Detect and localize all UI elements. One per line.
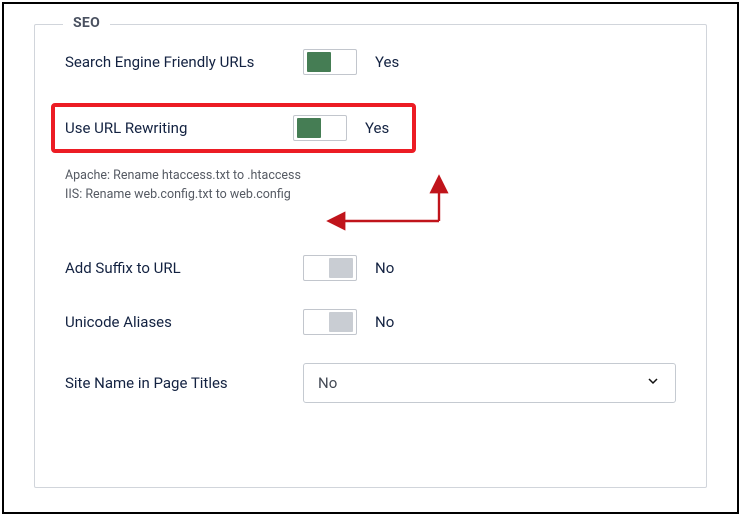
window-frame: SEO Search Engine Friendly URLs Yes Use … [2, 2, 739, 514]
control-sef-urls: Yes [303, 49, 399, 75]
select-sitename-titles[interactable]: No [303, 363, 676, 403]
toggle-state-rewrite: Yes [365, 119, 389, 137]
toggle-sef-urls[interactable] [303, 49, 357, 75]
row-unicode-aliases: Unicode Aliases No [65, 309, 676, 335]
row-url-rewriting: Use URL Rewriting Yes [51, 103, 416, 153]
toggle-state-suffix: No [375, 259, 394, 277]
toggle-add-suffix[interactable] [303, 255, 357, 281]
select-value-sitename: No [318, 374, 337, 392]
toggle-url-rewriting[interactable] [293, 115, 347, 141]
rewrite-note-iis: IIS: Rename web.config.txt to web.config [65, 186, 676, 205]
control-add-suffix: No [303, 255, 394, 281]
label-sitename-titles: Site Name in Page Titles [65, 374, 303, 392]
label-sef-urls: Search Engine Friendly URLs [65, 53, 303, 71]
rewrite-note-apache: Apache: Rename htaccess.txt to .htaccess [65, 167, 676, 186]
toggle-state-unicode: No [375, 313, 394, 331]
row-sef-urls: Search Engine Friendly URLs Yes [65, 49, 676, 75]
label-unicode-aliases: Unicode Aliases [65, 313, 303, 331]
fieldset-legend: SEO [63, 15, 110, 31]
seo-fieldset: SEO Search Engine Friendly URLs Yes Use … [34, 24, 707, 488]
control-sitename-titles: No [303, 363, 676, 403]
chevron-down-icon [645, 373, 661, 393]
label-add-suffix: Add Suffix to URL [65, 259, 303, 277]
control-unicode-aliases: No [303, 309, 394, 335]
control-url-rewriting: Yes [293, 115, 389, 141]
toggle-state-sef: Yes [375, 53, 399, 71]
rewrite-note: Apache: Rename htaccess.txt to .htaccess… [65, 167, 676, 205]
row-add-suffix: Add Suffix to URL No [65, 255, 676, 281]
label-url-rewriting: Use URL Rewriting [65, 119, 293, 137]
toggle-unicode-aliases[interactable] [303, 309, 357, 335]
row-sitename-titles: Site Name in Page Titles No [65, 363, 676, 403]
